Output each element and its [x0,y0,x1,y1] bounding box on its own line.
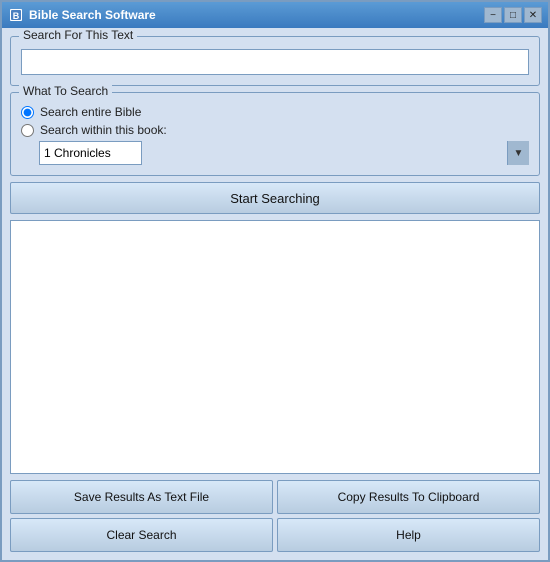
save-results-button[interactable]: Save Results As Text File [10,480,273,514]
svg-text:B: B [13,11,20,21]
results-area[interactable] [10,220,540,474]
radio-entire-bible-row: Search entire Bible [21,105,529,119]
radio-group: Search entire Bible Search within this b… [21,105,529,137]
start-searching-button[interactable]: Start Searching [10,182,540,214]
app-icon: B [8,7,24,23]
radio-entire-bible-label: Search entire Bible [40,105,141,119]
clear-search-button[interactable]: Clear Search [10,518,273,552]
select-arrow-icon: ▼ [507,141,529,165]
book-select[interactable]: GenesisExodusLeviticusNumbersDeuteronomy… [39,141,142,165]
search-input[interactable] [21,49,529,75]
content-area: Search For This Text What To Search Sear… [2,28,548,560]
book-select-row: GenesisExodusLeviticusNumbersDeuteronomy… [39,141,529,165]
main-window: B Bible Search Software − □ ✕ Search For… [0,0,550,562]
what-to-search-label: What To Search [19,84,112,98]
search-group: Search For This Text [10,36,540,86]
radio-within-book-label: Search within this book: [40,123,167,137]
copy-results-button[interactable]: Copy Results To Clipboard [277,480,540,514]
radio-entire-bible[interactable] [21,106,34,119]
what-to-search-group: What To Search Search entire Bible Searc… [10,92,540,176]
bottom-buttons: Save Results As Text File Copy Results T… [10,480,540,552]
book-select-wrapper: GenesisExodusLeviticusNumbersDeuteronomy… [39,141,529,165]
title-bar: B Bible Search Software − □ ✕ [2,2,548,28]
search-group-label: Search For This Text [19,28,137,42]
close-button[interactable]: ✕ [524,7,542,23]
restore-button[interactable]: □ [504,7,522,23]
window-controls: − □ ✕ [484,7,542,23]
radio-within-book[interactable] [21,124,34,137]
radio-within-book-row: Search within this book: [21,123,529,137]
minimize-button[interactable]: − [484,7,502,23]
help-button[interactable]: Help [277,518,540,552]
window-title: Bible Search Software [29,8,479,22]
